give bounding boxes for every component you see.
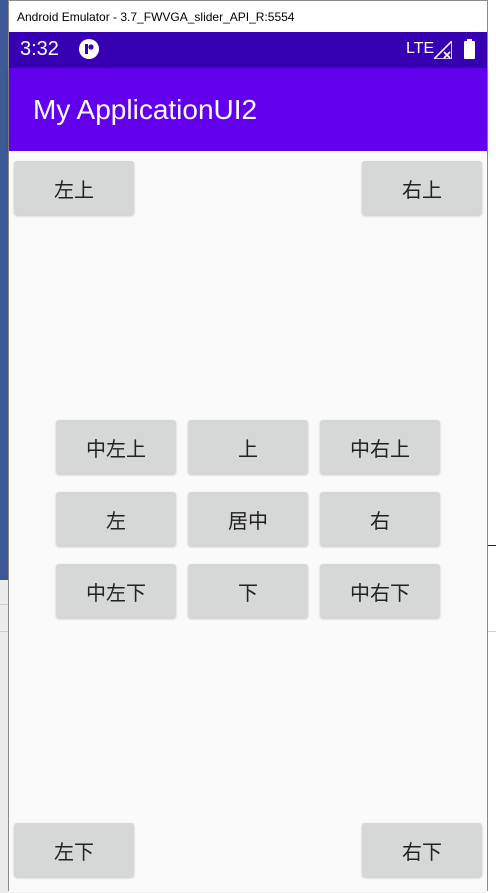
window-titlebar[interactable]: Android Emulator - 3.7_FWVGA_slider_API_… — [9, 1, 487, 32]
status-time: 3:32 — [20, 38, 59, 60]
content-area: 左上 右上 中左上 上 中右上 左 居中 右 中左下 下 中右下 左下 右下 — [9, 151, 487, 892]
desktop-divider — [488, 545, 496, 546]
window-title: Android Emulator - 3.7_FWVGA_slider_API_… — [17, 9, 295, 24]
emulator-window: Android Emulator - 3.7_FWVGA_slider_API_… — [8, 0, 488, 892]
top-left-button[interactable]: 左上 — [14, 161, 134, 215]
status-bar: 3:32 LTE — [9, 32, 487, 68]
center-right-bottom-button[interactable]: 中右下 — [320, 564, 440, 618]
right-button[interactable]: 右 — [320, 492, 440, 546]
app-title: My ApplicationUI2 — [33, 94, 258, 125]
bottom-left-button[interactable]: 左下 — [14, 823, 134, 877]
center-bottom-button[interactable]: 下 — [188, 564, 308, 618]
app-notification-icon — [79, 39, 99, 59]
app-bar: My ApplicationUI2 — [9, 68, 487, 151]
center-left-top-button[interactable]: 中左上 — [56, 420, 176, 474]
center-button[interactable]: 居中 — [188, 492, 308, 546]
battery-icon — [464, 39, 475, 59]
center-top-button[interactable]: 上 — [188, 420, 308, 474]
center-left-bottom-button[interactable]: 中左下 — [56, 564, 176, 618]
desktop-divider — [488, 631, 496, 632]
signal-icon — [434, 41, 452, 59]
network-type: LTE — [406, 40, 435, 57]
center-right-top-button[interactable]: 中右上 — [320, 420, 440, 474]
bottom-right-button[interactable]: 右下 — [362, 823, 482, 877]
top-right-button[interactable]: 右上 — [362, 161, 482, 215]
left-button[interactable]: 左 — [56, 492, 176, 546]
